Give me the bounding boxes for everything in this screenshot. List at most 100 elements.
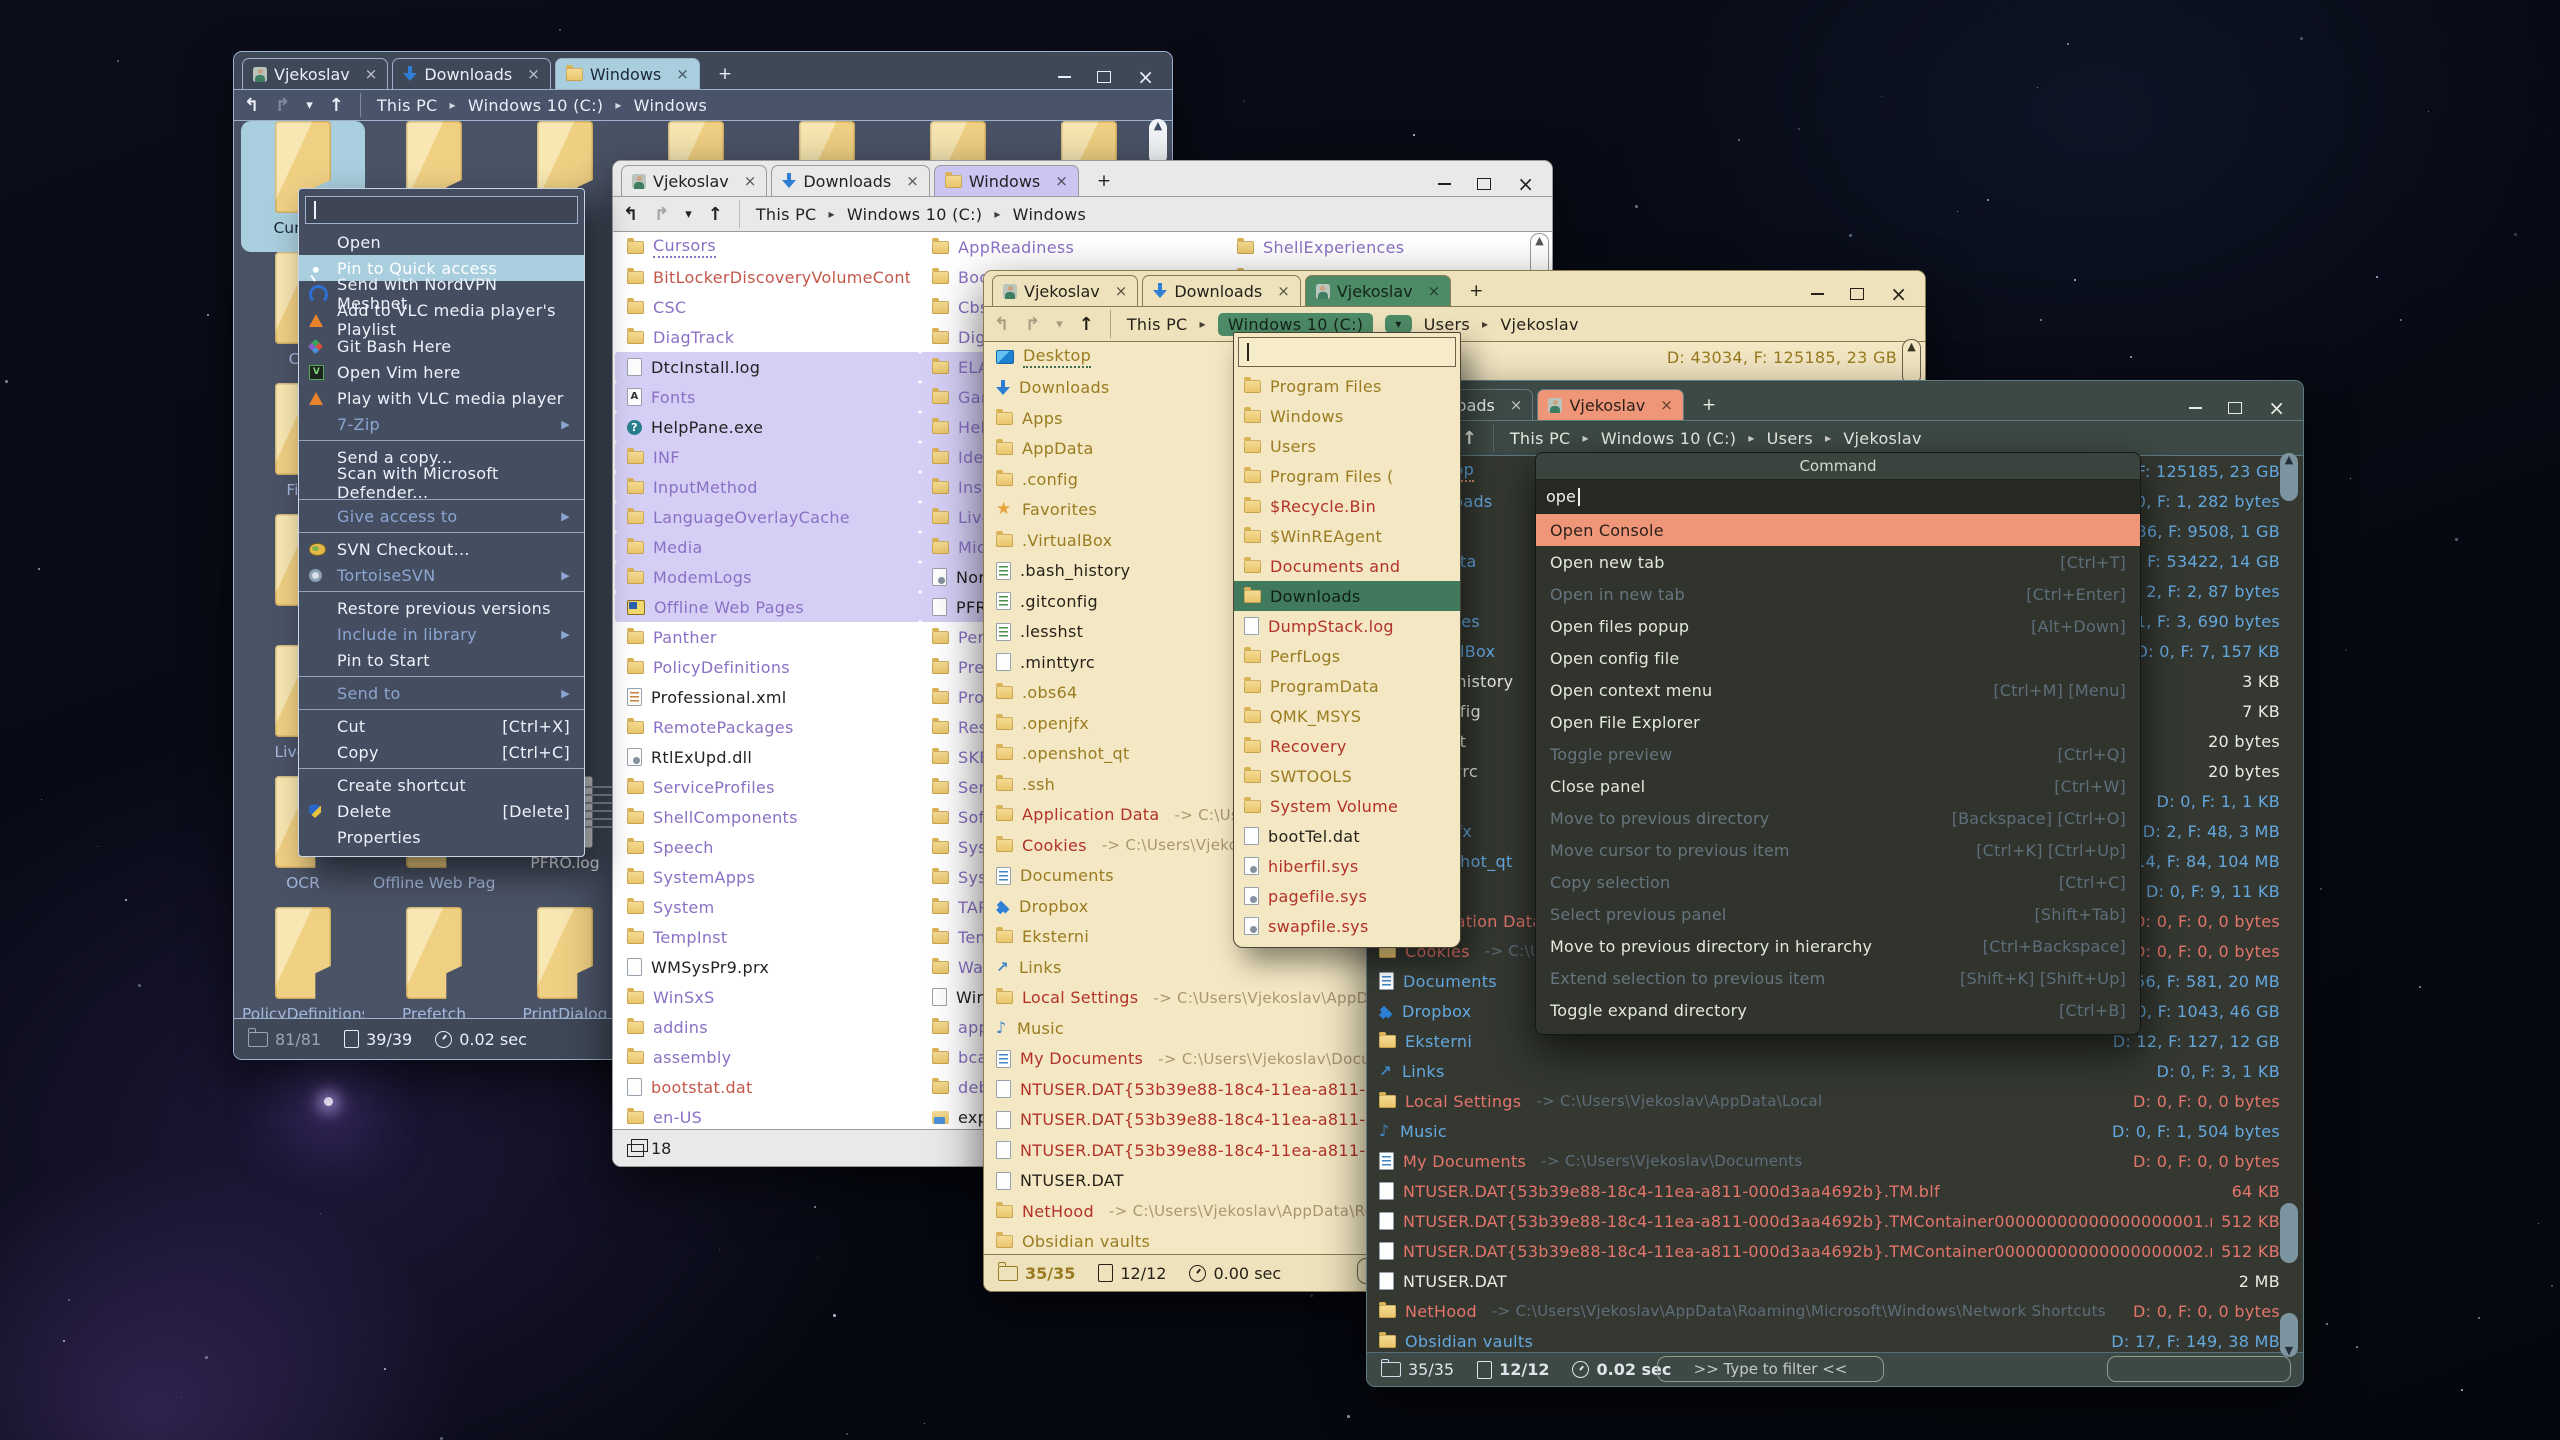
new-tab-button[interactable]: + — [1083, 171, 1125, 191]
breadcrumb-item[interactable]: Windows 10 (C:) — [847, 205, 983, 224]
file-row[interactable]: ModemLogs — [615, 562, 920, 592]
scrollbar-down-button[interactable]: ▼ — [2280, 1313, 2298, 1357]
file-row[interactable]: Obsidian vaultsD: 17, F: 149, 38 MB — [1367, 1326, 2303, 1352]
menu-item-git-bash-here[interactable]: Git Bash Here — [299, 333, 584, 359]
dropdown-item-swapfile-sys[interactable]: swapfile.sys — [1234, 911, 1460, 941]
up-button[interactable]: ↑ — [329, 95, 344, 116]
command-move-to-previous-directory[interactable]: Move to previous directory[Backspace] [C… — [1536, 802, 2140, 834]
file-row[interactable]: NTUSER.DAT{53b39e88-18c4-11ea-a811-000d3… — [1367, 1176, 2303, 1206]
back-button[interactable]: ↰ — [244, 95, 259, 116]
dropdown-item-dumpstack-log[interactable]: DumpStack.log — [1234, 611, 1460, 641]
file-row[interactable]: SystemApps — [615, 862, 920, 892]
breadcrumb-item[interactable]: Windows — [1013, 205, 1087, 224]
command-copy-selection[interactable]: Copy selection[Ctrl+C] — [1536, 866, 2140, 898]
window-close-button[interactable]: × — [1890, 288, 1907, 300]
tab-close-button[interactable]: × — [1660, 396, 1673, 414]
tab-vjekoslav[interactable]: Vjekoslav× — [1537, 389, 1683, 420]
menu-item-properties[interactable]: Properties — [299, 824, 584, 850]
command-open-config-file[interactable]: Open config file — [1536, 642, 2140, 674]
breadcrumb-item[interactable]: Vjekoslav — [1500, 315, 1578, 334]
breadcrumb-item[interactable]: Windows — [634, 96, 708, 115]
grid-item-policydefinitions[interactable]: PolicyDefinitions — [241, 907, 365, 1018]
menu-item-include-in-library[interactable]: Include in library▶ — [299, 621, 584, 647]
breadcrumb-item[interactable]: This PC — [1127, 315, 1188, 334]
file-row[interactable]: NTUSER.DAT{53b39e88-18c4-11ea-a811-000d3… — [1367, 1236, 2303, 1266]
command-open-context-menu[interactable]: Open context menu[Ctrl+M] [Menu] — [1536, 674, 2140, 706]
tab-close-button[interactable]: × — [527, 65, 540, 83]
file-row[interactable]: InputMethod — [615, 472, 920, 502]
command-open-files-popup[interactable]: Open files popup[Alt+Down] — [1536, 610, 2140, 642]
tab-close-button[interactable]: × — [1055, 172, 1068, 190]
menu-item-delete[interactable]: Delete[Delete] — [299, 798, 584, 824]
file-row[interactable]: Offline Web Pages — [615, 592, 920, 622]
file-row[interactable]: assembly — [615, 1042, 920, 1072]
tab-vjekoslav[interactable]: Vjekoslav× — [621, 165, 767, 196]
menu-item-copy[interactable]: Copy[Ctrl+C] — [299, 739, 584, 765]
window-maximize-button[interactable] — [1477, 178, 1491, 190]
file-row[interactable]: Local Settings-> C:\Users\Vjekoslav\AppD… — [1367, 1086, 2303, 1116]
tab-close-button[interactable]: × — [1428, 282, 1441, 300]
up-button[interactable]: ↑ — [1079, 314, 1094, 335]
forward-button[interactable]: ↱ — [275, 95, 290, 116]
back-button[interactable]: ↰ — [994, 314, 1009, 335]
scrollbar-up-button[interactable]: ▲ — [2280, 453, 2298, 501]
tab-vjekoslav[interactable]: Vjekoslav× — [242, 58, 388, 89]
window-close-button[interactable]: × — [1137, 71, 1154, 83]
file-row[interactable]: My Documents-> C:\Users\Vjekoslav\Docume… — [1367, 1146, 2303, 1176]
file-row[interactable]: ShellExperiences — [1225, 232, 1530, 262]
menu-item-restore-previous-versions[interactable]: Restore previous versions — [299, 595, 584, 621]
breadcrumb-item[interactable]: Users — [1424, 315, 1470, 334]
file-row[interactable]: DiagTrack — [615, 322, 920, 352]
command-toggle-expand-directory[interactable]: Toggle expand directory[Ctrl+B] — [1536, 994, 2140, 1026]
file-row[interactable]: CSC — [615, 292, 920, 322]
tab-downloads[interactable]: Downloads× — [392, 58, 550, 89]
tab-vjekoslav[interactable]: Vjekoslav× — [1305, 275, 1451, 306]
breadcrumb-item[interactable]: Vjekoslav — [1843, 429, 1921, 448]
dropdown-item-perflogs[interactable]: PerfLogs — [1234, 641, 1460, 671]
file-row[interactable]: RemotePackages — [615, 712, 920, 742]
file-row[interactable]: bootstat.dat — [615, 1072, 920, 1102]
tab-close-button[interactable]: × — [744, 172, 757, 190]
new-tab-button[interactable]: + — [704, 64, 746, 84]
history-button[interactable]: ▾ — [1056, 317, 1063, 332]
tab-close-button[interactable]: × — [365, 65, 378, 83]
command-open-new-tab[interactable]: Open new tab[Ctrl+T] — [1536, 546, 2140, 578]
history-button[interactable]: ▾ — [306, 98, 313, 113]
command-open-file-explorer[interactable]: Open File Explorer — [1536, 706, 2140, 738]
forward-button[interactable]: ↱ — [1025, 314, 1040, 335]
dropdown-item-documents-and[interactable]: Documents and — [1234, 551, 1460, 581]
dropdown-item-program-files-[interactable]: Program Files ( — [1234, 461, 1460, 491]
menu-item-pin-to-start[interactable]: Pin to Start — [299, 647, 584, 673]
command-open-in-new-tab[interactable]: Open in new tab[Ctrl+Enter] — [1536, 578, 2140, 610]
file-row[interactable]: NetHood-> C:\Users\Vjekoslav\AppData\Roa… — [1367, 1296, 2303, 1326]
file-row[interactable]: ♪MusicD: 0, F: 1, 504 bytes — [1367, 1116, 2303, 1146]
file-row[interactable]: INF — [615, 442, 920, 472]
file-row[interactable]: ?HelpPane.exe — [615, 412, 920, 442]
window-minimize-button[interactable] — [1811, 293, 1824, 295]
menu-item-open[interactable]: Open — [299, 229, 584, 255]
file-row[interactable]: LanguageOverlayCache — [615, 502, 920, 532]
breadcrumb-item[interactable]: This PC — [756, 205, 817, 224]
dropdown-filter-input[interactable] — [1238, 337, 1456, 367]
tab-close-button[interactable]: × — [1115, 282, 1128, 300]
file-row[interactable]: System — [615, 892, 920, 922]
palette-search-input[interactable]: ope — [1536, 480, 2140, 514]
breadcrumb-item[interactable]: Windows 10 (C:) — [468, 96, 604, 115]
window-maximize-button[interactable] — [1850, 288, 1864, 300]
tab-close-button[interactable]: × — [676, 65, 689, 83]
grid-item-prefetch[interactable]: Prefetch — [372, 907, 496, 1018]
menu-item-cut[interactable]: Cut[Ctrl+X] — [299, 713, 584, 739]
status-right-box[interactable] — [2107, 1356, 2291, 1382]
breadcrumb-item[interactable]: Windows 10 (C:) — [1601, 429, 1737, 448]
file-row[interactable]: Professional.xml — [615, 682, 920, 712]
breadcrumb-item[interactable]: This PC — [377, 96, 438, 115]
menu-item-give-access-to[interactable]: Give access to▶ — [299, 503, 584, 529]
dropdown-item--recycle-bin[interactable]: $Recycle.Bin — [1234, 491, 1460, 521]
back-button[interactable]: ↰ — [623, 204, 638, 225]
breadcrumb-dropdown-button[interactable]: ▾ — [1385, 315, 1411, 333]
menu-item-play-with-vlc-media-player[interactable]: Play with VLC media player — [299, 385, 584, 411]
dropdown-item-system-volume[interactable]: System Volume — [1234, 791, 1460, 821]
tab-windows[interactable]: Windows× — [555, 58, 700, 89]
command-select-previous-panel[interactable]: Select previous panel[Shift+Tab] — [1536, 898, 2140, 930]
context-menu-filter-input[interactable] — [305, 196, 578, 224]
